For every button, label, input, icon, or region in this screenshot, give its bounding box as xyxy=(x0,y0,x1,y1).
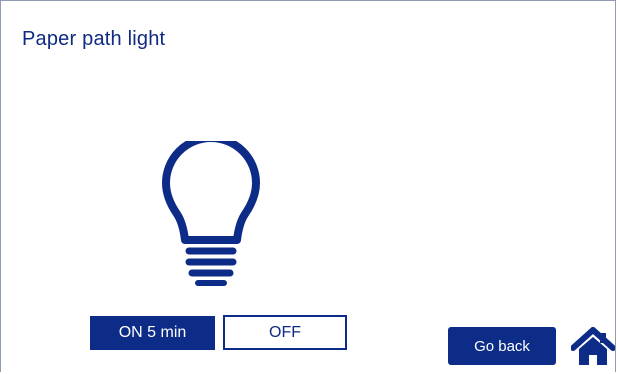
on-5-min-button[interactable]: ON 5 min xyxy=(90,316,215,350)
home-icon[interactable] xyxy=(570,325,616,367)
screen-frame: Paper path light ON 5 min OFF Go back xyxy=(0,0,616,372)
go-back-button[interactable]: Go back xyxy=(448,327,556,365)
page-title: Paper path light xyxy=(22,28,166,50)
off-button[interactable]: OFF xyxy=(223,315,347,350)
lightbulb-icon xyxy=(161,134,271,291)
